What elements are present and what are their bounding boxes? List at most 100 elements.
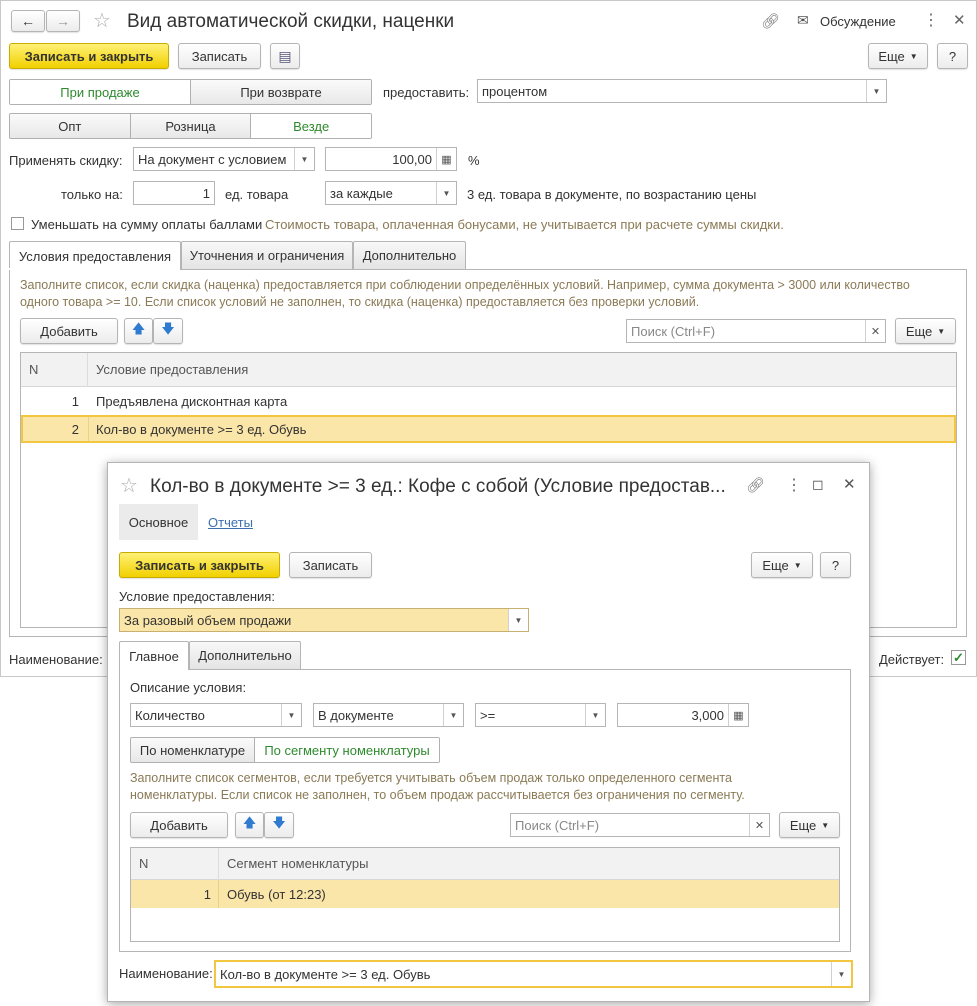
tab-by-nomenclature[interactable]: По номенклатуре: [131, 738, 255, 762]
chevron-down-icon[interactable]: ▼: [866, 80, 886, 102]
discussion-link[interactable]: Обсуждение: [820, 14, 896, 29]
sale-return-switch: При продаже При возврате: [9, 79, 372, 105]
link-icon[interactable]: 🔗︎: [761, 12, 780, 30]
row-segment: Обувь (от 12:23): [227, 886, 326, 902]
column-segment[interactable]: Сегмент номенклатуры: [227, 848, 368, 879]
chevron-down-icon[interactable]: ▼: [443, 704, 463, 726]
tab-additional[interactable]: Дополнительно: [353, 241, 466, 269]
condition-value: За разовый объем продажи: [124, 612, 292, 628]
tab-by-segment[interactable]: По сегменту номенклатуры: [255, 738, 439, 762]
bonus-checkbox[interactable]: [11, 217, 24, 230]
chevron-down-icon: ▼: [909, 51, 918, 61]
chevron-down-icon: ▼: [821, 820, 830, 830]
segment-hint: Заполните список сегментов, если требует…: [130, 771, 745, 802]
chevron-down-icon[interactable]: ▼: [585, 704, 605, 726]
table-row[interactable]: 1 Предъявлена дисконтная карта: [21, 387, 956, 415]
save-and-close-button[interactable]: Записать и закрыть: [9, 43, 169, 69]
calculator-icon[interactable]: ▦: [728, 704, 748, 726]
table-more-button[interactable]: Еще ▼: [895, 318, 956, 344]
menu-icon[interactable]: ⋮: [923, 10, 939, 30]
forward-button[interactable]: →: [46, 10, 80, 32]
provide-select[interactable]: процентом ▼: [477, 79, 887, 103]
every-value: за каждые: [330, 185, 393, 201]
document-list-button[interactable]: ▤: [270, 43, 300, 69]
clear-icon[interactable]: ✕: [865, 320, 885, 342]
tab-main[interactable]: Главное: [119, 641, 189, 670]
table-row-selected[interactable]: 1 Обувь (от 12:23): [131, 880, 839, 908]
discussion-icon[interactable]: ✉: [797, 12, 809, 29]
star-icon[interactable]: ☆: [120, 473, 138, 498]
arrow-right-icon: →: [56, 13, 70, 29]
name-field[interactable]: Кол-во в документе >= 3 ед. Обувь ▼: [214, 960, 853, 988]
star-icon[interactable]: ☆: [93, 8, 111, 33]
every-select[interactable]: за каждые ▼: [325, 181, 457, 205]
tab-conditions[interactable]: Условия предоставления: [9, 241, 181, 270]
active-checkbox[interactable]: ✓: [951, 650, 966, 665]
active-label: Действует:: [879, 652, 945, 667]
tab-retail[interactable]: Розница: [130, 114, 252, 138]
menu-icon[interactable]: ⋮: [786, 475, 802, 495]
tab-everywhere[interactable]: Везде: [251, 114, 371, 138]
add-button[interactable]: Добавить: [130, 812, 228, 838]
more-button[interactable]: Еще ▼: [751, 552, 813, 578]
move-down-button[interactable]: 🡇: [153, 318, 183, 344]
chevron-down-icon[interactable]: ▼: [294, 148, 314, 170]
add-button[interactable]: Добавить: [20, 318, 118, 344]
save-button[interactable]: Записать: [178, 43, 261, 69]
chevron-down-icon[interactable]: ▼: [436, 182, 456, 204]
tab-clarifications[interactable]: Уточнения и ограничения: [181, 241, 353, 269]
clear-icon[interactable]: ✕: [749, 814, 769, 836]
row-number: 1: [71, 393, 79, 409]
calculator-icon[interactable]: ▦: [436, 148, 456, 170]
more-button[interactable]: Еще ▼: [868, 43, 928, 69]
name-value: Кол-во в документе >= 3 ед. Обувь: [220, 966, 431, 982]
help-button[interactable]: ?: [937, 43, 968, 69]
back-button[interactable]: ←: [11, 10, 45, 32]
chevron-down-icon[interactable]: ▼: [831, 962, 851, 986]
search-placeholder: Поиск (Ctrl+F): [515, 817, 600, 833]
table-more-button[interactable]: Еще ▼: [779, 812, 840, 838]
chevron-down-icon[interactable]: ▼: [281, 704, 301, 726]
chevron-down-icon[interactable]: ▼: [508, 609, 528, 631]
column-n[interactable]: N: [139, 848, 148, 879]
threshold-field[interactable]: 3,000 ▦: [617, 703, 749, 727]
nav-main[interactable]: Основное: [119, 504, 198, 540]
only-qty-field[interactable]: 1: [133, 181, 215, 205]
bonus-checkbox-label[interactable]: Уменьшать на сумму оплаты баллами: [31, 217, 262, 232]
link-icon[interactable]: 🔗︎: [746, 476, 765, 494]
tab-sale[interactable]: При продаже: [10, 80, 191, 104]
move-down-button[interactable]: 🡇: [264, 812, 294, 838]
move-up-button[interactable]: 🡅: [235, 812, 264, 838]
save-and-close-button[interactable]: Записать и закрыть: [119, 552, 280, 578]
close-icon[interactable]: ✕: [843, 475, 856, 493]
segments-table: N Сегмент номенклатуры 1 Обувь (от 12:23…: [130, 847, 840, 942]
save-button[interactable]: Записать: [289, 552, 372, 578]
percent-field[interactable]: 100,00 ▦: [325, 147, 457, 171]
operator-select[interactable]: >= ▼: [475, 703, 606, 727]
row-number: 1: [203, 886, 211, 902]
tab-additional[interactable]: Дополнительно: [189, 641, 301, 669]
search-input[interactable]: Поиск (Ctrl+F) ✕: [510, 813, 770, 837]
column-n[interactable]: N: [29, 353, 38, 386]
condition-dialog: ☆ Кол-во в документе >= 3 ед.: Кофе с со…: [107, 462, 870, 1002]
tab-wholesale[interactable]: Опт: [10, 114, 131, 138]
scope-select[interactable]: В документе ▼: [313, 703, 464, 727]
table-row-selected[interactable]: 2 Кол-во в документе >= 3 ед. Обувь: [21, 415, 956, 443]
nomenclature-switch: По номенклатуре По сегменту номенклатуры: [130, 737, 440, 763]
apply-select[interactable]: На документ с условием ▼: [133, 147, 315, 171]
nav-reports[interactable]: Отчеты: [208, 515, 253, 530]
maximize-icon[interactable]: ◻: [812, 476, 824, 493]
operator-value: >=: [480, 707, 496, 723]
provide-value: процентом: [482, 83, 548, 99]
chevron-down-icon: ▼: [793, 560, 802, 570]
measure-select[interactable]: Количество ▼: [130, 703, 302, 727]
chevron-down-icon: ▼: [937, 326, 946, 336]
close-icon[interactable]: ✕: [953, 11, 966, 29]
move-up-button[interactable]: 🡅: [124, 318, 153, 344]
tab-return[interactable]: При возврате: [191, 80, 371, 104]
condition-select[interactable]: За разовый объем продажи ▼: [119, 608, 529, 632]
column-condition[interactable]: Условие предоставления: [96, 353, 248, 386]
every-suffix: 3 ед. товара в документе, по возрастанию…: [467, 187, 757, 202]
search-input[interactable]: Поиск (Ctrl+F) ✕: [626, 319, 886, 343]
help-button[interactable]: ?: [820, 552, 851, 578]
